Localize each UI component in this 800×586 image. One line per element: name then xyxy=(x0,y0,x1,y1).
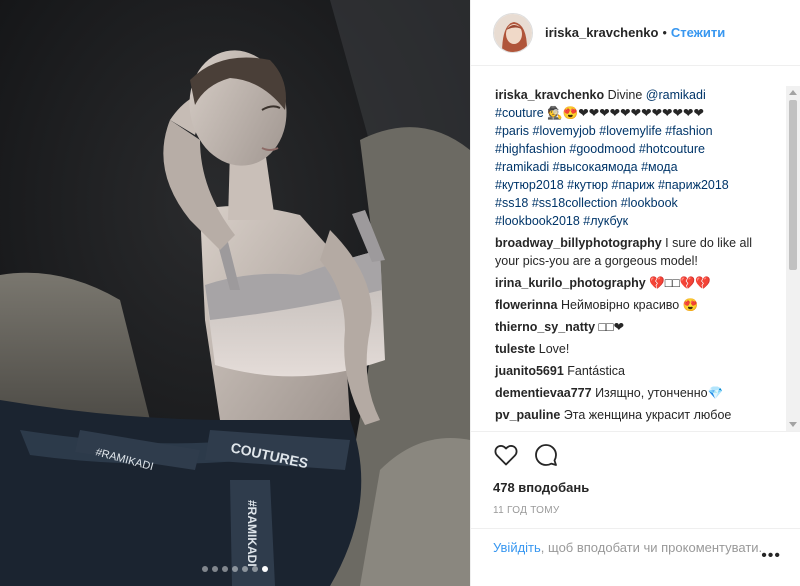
hashtag[interactable]: #hotcouture xyxy=(639,142,705,156)
action-icons xyxy=(493,442,779,468)
comment: pv_pauline Эта женщина украсит любое xyxy=(495,406,773,424)
caption-text: Divine xyxy=(604,88,646,102)
hashtag[interactable]: #paris xyxy=(495,124,529,138)
like-button[interactable] xyxy=(493,442,519,468)
comment-username[interactable]: broadway_billyphotography xyxy=(495,236,662,250)
hashtag[interactable]: #кутюр2018 xyxy=(495,178,564,192)
carousel-indicator xyxy=(0,566,470,572)
hashtag[interactable]: #lovemyjob xyxy=(533,124,596,138)
hashtag[interactable]: #lookbook xyxy=(621,196,678,210)
comment: irina_kurilo_photography 💔□□💔💔 xyxy=(495,274,773,292)
hashtag[interactable]: #fashion xyxy=(665,124,712,138)
comment-text: Love! xyxy=(535,342,570,356)
carousel-dot[interactable] xyxy=(222,566,228,572)
svg-text:#RAMIKADI: #RAMIKADI xyxy=(245,500,259,567)
comment-username[interactable]: dementievaa777 xyxy=(495,386,592,400)
carousel-dot[interactable] xyxy=(232,566,238,572)
comment-username[interactable]: flowerinna xyxy=(495,298,558,312)
header-separator: • xyxy=(662,25,667,40)
header-username[interactable]: iriska_kravchenko xyxy=(545,25,658,40)
hashtag[interactable]: #lookbook2018 xyxy=(495,214,580,228)
hashtag[interactable]: #goodmood xyxy=(569,142,635,156)
hashtag[interactable]: #ss18collection xyxy=(532,196,617,210)
comment-username[interactable]: pv_pauline xyxy=(495,408,560,422)
more-options-icon[interactable]: ••• xyxy=(761,547,781,565)
comments-list: iriska_kravchenko Divine @ramikadi #cout… xyxy=(471,86,787,431)
post-header: iriska_kravchenko • Стежити xyxy=(471,0,800,66)
caption-mention[interactable]: @ramikadi xyxy=(646,88,706,102)
login-link[interactable]: Увійдіть xyxy=(493,540,541,555)
carousel-dot[interactable] xyxy=(252,566,258,572)
scroll-down-arrow-icon[interactable] xyxy=(789,422,797,427)
comment: broadway_billyphotography I sure do like… xyxy=(495,234,773,270)
comment-text: □□❤ xyxy=(595,320,625,334)
hashtag[interactable]: #париж2018 xyxy=(658,178,729,192)
scroll-thumb[interactable] xyxy=(789,100,797,270)
likes-count[interactable]: 478 вподобань xyxy=(493,480,779,495)
comment: juanito5691 Fantástica xyxy=(495,362,773,380)
post-side-panel: iriska_kravchenko • Стежити iriska_kravc… xyxy=(470,0,800,586)
hashtag[interactable]: #highfashion xyxy=(495,142,566,156)
hashtag[interactable]: #париж xyxy=(612,178,655,192)
comment: thierno_sy_natty □□❤ xyxy=(495,318,773,336)
comment: tuleste Love! xyxy=(495,340,773,358)
comment-username[interactable]: juanito5691 xyxy=(495,364,564,378)
comment-text: 💔□□💔💔 xyxy=(645,276,711,290)
hashtag[interactable]: #лукбук xyxy=(583,214,628,228)
comment-bubble-icon xyxy=(535,444,557,466)
comment-text: Эта женщина украсит любое xyxy=(560,408,732,422)
post-photo[interactable]: COUTURES #RAMIKADI #RAMIKADI xyxy=(0,0,470,586)
comment-username[interactable]: thierno_sy_natty xyxy=(495,320,595,334)
login-prompt-text: , щоб вподобати чи прокоментувати. xyxy=(540,540,763,555)
comments-scrollbar[interactable] xyxy=(786,86,800,431)
hashtag[interactable]: #высокаямода xyxy=(553,160,638,174)
instagram-post: COUTURES #RAMIKADI #RAMIKADI iriska_krav… xyxy=(0,0,800,586)
comment-username[interactable]: tuleste xyxy=(495,342,535,356)
hashtag[interactable]: #couture xyxy=(495,106,544,120)
comment-text: Неймовірно красиво 😍 xyxy=(557,298,699,312)
comment-username[interactable]: irina_kurilo_photography xyxy=(495,276,646,290)
carousel-dot[interactable] xyxy=(212,566,218,572)
follow-button[interactable]: Стежити xyxy=(671,25,725,40)
hashtag[interactable]: #lovemylife xyxy=(599,124,662,138)
comment-text: Изящно, утонченно💎 xyxy=(591,386,724,400)
avatar-image xyxy=(494,13,532,52)
carousel-dot[interactable] xyxy=(242,566,248,572)
model-photo-image: COUTURES #RAMIKADI #RAMIKADI xyxy=(0,0,470,586)
carousel-dot[interactable] xyxy=(202,566,208,572)
hashtag[interactable]: #мода xyxy=(641,160,677,174)
carousel-dot-active[interactable] xyxy=(262,566,268,572)
comment-button[interactable] xyxy=(533,442,559,468)
post-caption: iriska_kravchenko Divine @ramikadi #cout… xyxy=(495,86,773,230)
heart-icon xyxy=(494,445,518,466)
avatar[interactable] xyxy=(493,12,533,53)
login-prompt: Увійдіть, щоб вподобати чи прокоментуват… xyxy=(471,528,800,586)
scroll-up-arrow-icon[interactable] xyxy=(789,90,797,95)
comment-text: Fantástica xyxy=(563,364,625,378)
comment: flowerinna Неймовірно красиво 😍 xyxy=(495,296,773,314)
caption-emoji: 🕵😍❤❤❤❤❤❤❤❤❤❤❤❤ xyxy=(543,106,704,120)
comment: dementievaa777 Изящно, утонченно💎 xyxy=(495,384,773,402)
hashtag[interactable]: #кутюр xyxy=(567,178,608,192)
post-timestamp[interactable]: 11 ГОД ТОМУ xyxy=(493,505,779,516)
hashtag[interactable]: #ramikadi xyxy=(495,160,549,174)
caption-username[interactable]: iriska_kravchenko xyxy=(495,88,604,102)
post-actions: 478 вподобань 11 ГОД ТОМУ xyxy=(471,431,800,516)
hashtag[interactable]: #ss18 xyxy=(495,196,528,210)
